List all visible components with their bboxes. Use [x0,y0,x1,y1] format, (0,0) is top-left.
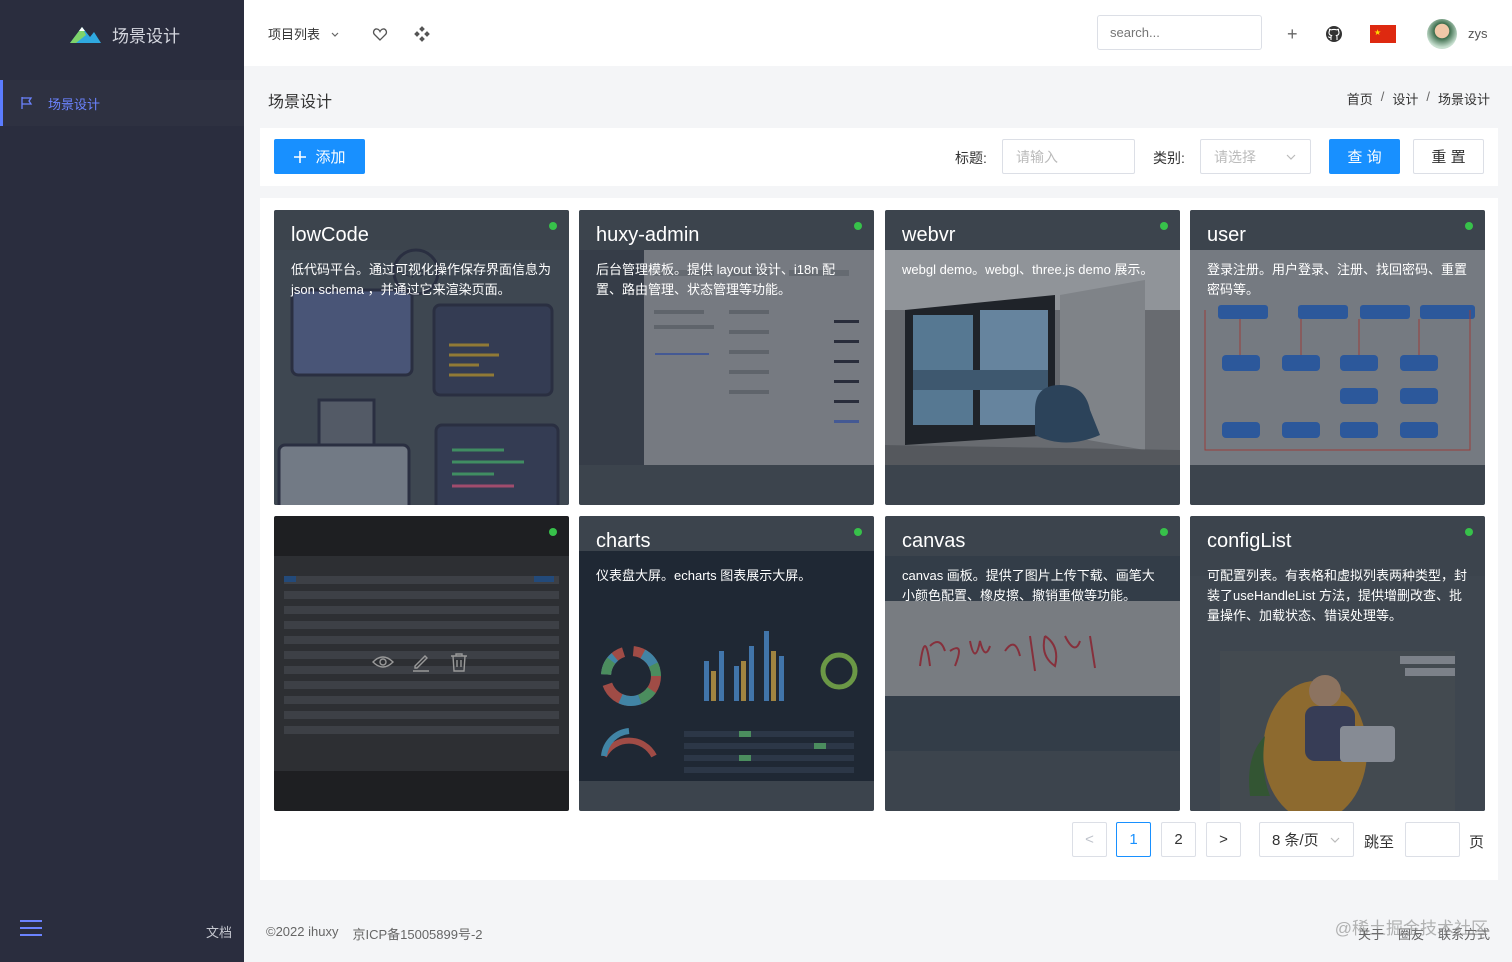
filter-toolbar: 添加 标题: 请输入 类别: 请选择 查 询 重 置 [260,128,1498,186]
flag-icon [21,97,33,109]
scene-card-list-hover[interactable] [274,516,569,811]
username[interactable]: zys [1468,26,1488,41]
card-overlay [1190,210,1485,505]
project-list-dropdown[interactable]: 项目列表 [268,24,340,43]
breadcrumb-separator: / [1426,89,1430,104]
chevron-down-icon [331,32,339,37]
card-title: webvr [902,224,956,246]
scene-card-webvr[interactable]: webvr webgl demo。webgl、three.js demo 展示。 [885,210,1180,505]
scene-card-configlist[interactable]: configList 可配置列表。有表格和虚拟列表两种类型，封装了useHand… [1190,516,1485,811]
delete-icon[interactable] [450,652,468,672]
card-description: 后台管理模板。提供 layout 设计、i18n 配置、路由管理、状态管理等功能… [596,262,836,297]
card-description: 可配置列表。有表格和虚拟列表两种类型，封装了useHandleList 方法，提… [1207,568,1468,623]
add-button-label: 添加 [315,149,346,166]
status-dot [854,528,862,536]
category-select-placeholder: 请选择 [1214,148,1256,165]
logo-icon [70,27,101,43]
breadcrumb-home[interactable]: 首页 [1347,89,1373,108]
status-dot [549,222,557,230]
sidebar: 场景设计 场景设计 文档 [0,0,244,962]
card-title: charts [596,530,651,552]
card-title: huxy-admin [596,224,700,246]
card-overlay [579,516,874,811]
edit-icon[interactable] [411,652,431,672]
status-dot [1160,528,1168,536]
plus-icon[interactable]: + [1287,24,1298,45]
scene-card-user[interactable]: user 登录注册。用户登录、注册、找回密码、重置密码等。 [1190,210,1485,505]
scene-card-huxy-admin[interactable]: huxy-admin 后台管理模板。提供 layout 设计、i18n 配置、路… [579,210,874,505]
project-list-label: 项目列表 [268,27,321,42]
title-filter-label: 标题: [955,150,987,166]
next-page-button[interactable]: > [1206,822,1241,857]
status-dot [854,222,862,230]
avatar[interactable] [1427,19,1457,49]
cn-flag-icon[interactable]: ★ [1370,25,1396,43]
plus-icon [294,150,307,163]
page-suffix: 页 [1469,834,1485,851]
reset-button[interactable]: 重 置 [1413,139,1484,174]
title-filter-input[interactable]: 请输入 [1002,139,1135,174]
card-overlay [1190,516,1485,811]
breadcrumb-design[interactable]: 设计 [1392,89,1418,108]
status-dot [549,528,557,536]
menu-collapse-icon[interactable] [20,920,44,940]
breadcrumb-separator: / [1380,89,1385,104]
category-select[interactable]: 请选择 [1200,139,1311,174]
card-title: canvas [902,530,966,552]
eye-icon[interactable] [372,653,394,671]
card-overlay [885,516,1180,811]
app-name: 场景设计 [112,26,180,46]
apps-icon[interactable] [414,26,430,42]
jump-page-input[interactable] [1405,822,1460,857]
add-button[interactable]: 添加 [274,139,365,174]
card-description: 低代码平台。通过可视化操作保存界面信息为 json schema ，并通过它来渲… [291,262,552,297]
status-dot [1160,222,1168,230]
scene-card-grid: </> lowCode 低代码平台。通过可视化操作保存界面信息为 json sc… [260,198,1498,880]
card-description: webgl demo。webgl、three.js demo 展示。 [902,262,1154,277]
search-input[interactable] [1097,15,1262,50]
card-title: configList [1207,530,1292,552]
query-button[interactable]: 查 询 [1329,139,1400,174]
page-title: 场景设计 [268,94,333,111]
category-filter-label: 类别: [1153,150,1185,166]
sidebar-item-scene-design[interactable]: 场景设计 [0,80,244,126]
status-dot [1465,222,1473,230]
page-2-button[interactable]: 2 [1161,822,1196,857]
watermark: @稀土掘金技术社区 [1334,919,1488,938]
scene-card-lowcode[interactable]: </> lowCode 低代码平台。通过可视化操作保存界面信息为 json sc… [274,210,569,505]
copyright-text: ©2022 ihuxy [266,924,339,939]
card-title: user [1207,224,1246,246]
prev-page-button[interactable]: < [1072,822,1107,857]
card-title: lowCode [291,224,369,246]
app-logo[interactable]: 场景设计 [68,20,180,48]
github-icon[interactable] [1325,25,1343,43]
page-size-select[interactable]: 8 条/页 [1259,822,1354,857]
status-dot [1465,528,1473,536]
heart-icon[interactable] [372,26,388,42]
page-size-label: 8 条/页 [1272,832,1319,849]
footer-copyright: ©2022 ihuxy 京ICP备15005899号-2 [266,924,483,943]
chevron-down-icon [1330,837,1340,843]
top-header: 项目列表 + ★ zys [244,0,1512,66]
jump-label: 跳至 [1364,834,1395,851]
breadcrumb-current: 场景设计 [1437,92,1490,107]
breadcrumb: 首页 / 设计 / 场景设计 [1347,89,1490,108]
docs-link[interactable]: 文档 [206,922,232,941]
icp-link[interactable]: 京ICP备15005899号-2 [352,924,482,943]
card-description: 登录注册。用户登录、注册、找回密码、重置密码等。 [1207,262,1468,297]
card-description: 仪表盘大屏。echarts 图表展示大屏。 [596,568,812,583]
sidebar-item-label: 场景设计 [48,96,101,112]
scene-card-canvas[interactable]: canvas canvas 画板。提供了图片上传下载、画笔大小颜色配置、橡皮擦、… [885,516,1180,811]
card-overlay [885,210,1180,505]
page-1-button[interactable]: 1 [1116,822,1151,857]
scene-card-charts[interactable]: charts 仪表盘大屏。echarts 图表展示大屏。 [579,516,874,811]
card-overlay [274,210,569,505]
chevron-down-icon [1286,154,1296,160]
title-bar: 场景设计 首页 / 设计 / 场景设计 [244,66,1512,128]
card-description: canvas 画板。提供了图片上传下载、画笔大小颜色配置、橡皮擦、撤销重做等功能… [902,568,1155,603]
footer: ©2022 ihuxy 京ICP备15005899号-2 关于 圈友 联系方式 … [244,900,1512,962]
card-overlay [579,210,874,505]
